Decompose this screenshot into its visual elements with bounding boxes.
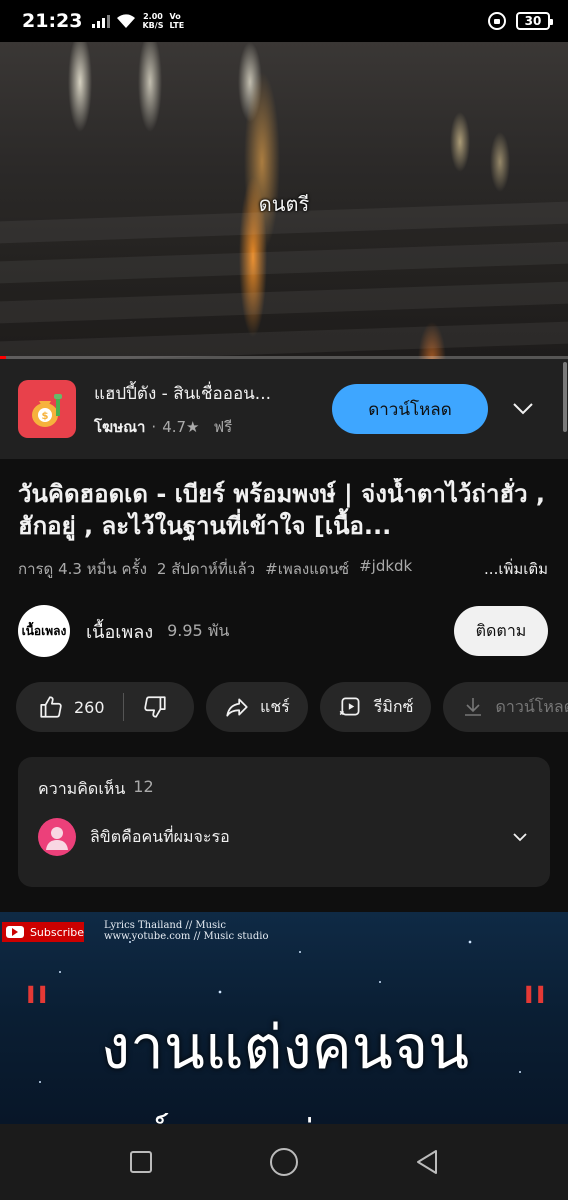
scrollbar[interactable] (563, 362, 567, 432)
top-comment-text: ลิขิตคือคนที่ผมจะรอ (90, 826, 230, 846)
share-button[interactable]: แชร์ (206, 682, 308, 732)
signal-icon (92, 14, 111, 28)
comments-count: 12 (133, 777, 154, 796)
upload-age: 2 สัปดาห์ที่แล้ว (156, 560, 256, 578)
ad-info[interactable]: แฮปปี้ตัง - สินเชื่อออน... โฆษณา · 4.7★ … (94, 380, 314, 439)
close-quote: " (520, 974, 550, 1048)
video-caption: ดนตรี (258, 192, 310, 216)
share-arrow-icon (226, 698, 248, 717)
channel-row[interactable]: เนื้อเพลง เนื้อเพลง 9.95 พัน ติดตาม (18, 604, 548, 658)
system-nav-bar (0, 1124, 568, 1200)
battery-level: 30 (524, 14, 542, 28)
download-label: ดาวน์โหลด (495, 696, 568, 716)
remix-icon (339, 697, 360, 716)
home-button[interactable] (264, 1142, 304, 1182)
circle-icon (269, 1148, 298, 1176)
battery-icon: 30 (516, 12, 553, 30)
network-speed-value: 2.00 (143, 12, 163, 21)
ad-price: ฟรี (213, 417, 233, 436)
volte-vo: Vo (169, 12, 181, 21)
comments-panel[interactable]: ความคิดเห็น 12 ลิขิตคือคนที่ผมจะรอ (18, 757, 550, 887)
thumbnail-channel-note: Lyrics Thailand // Music www.yotube.com … (104, 920, 269, 942)
video-meta[interactable]: การดู 4.3 หมื่น ครั้ง 2 สัปดาห์ที่แล้ว #… (18, 557, 548, 581)
subscribe-button[interactable]: ติดตาม (454, 606, 548, 656)
like-dislike-pill: 260 (16, 682, 194, 732)
thumbnail-subtitle: หนต์แดนแเด่งนจน (90, 1102, 412, 1124)
like-count[interactable]: 260 (74, 698, 105, 717)
share-label: แชร์ (260, 696, 290, 716)
ad-download-button[interactable]: ดาวน์โหลด (332, 384, 488, 434)
hashtag[interactable]: #jdkdk (359, 557, 412, 581)
download-icon (465, 698, 482, 716)
status-bar: 21:23 2.00 KB/S Vo LTE 30 (0, 0, 568, 42)
like-divider (122, 693, 124, 721)
youtube-logo-icon (6, 926, 24, 938)
thumbnail-note-line2: www.yotube.com // Music studio (104, 931, 269, 942)
ad-sponsored-label: โฆษณา (94, 417, 146, 436)
video-player[interactable]: ดนตรี (0, 42, 568, 359)
video-title[interactable]: วันคิดฮอดเด - เบียร์ พร้อมพงษ์ | จ่งน้ำต… (18, 478, 550, 542)
ad-expand-chevron-icon[interactable] (512, 398, 534, 420)
subscribe-badge-label: Subscribe (29, 925, 84, 939)
thumbs-up-icon[interactable] (38, 694, 64, 720)
next-video-thumbnail[interactable]: Subscribe Lyrics Thailand // Music www.y… (0, 912, 568, 1124)
status-right: 30 (488, 12, 553, 30)
download-button[interactable]: ดาวน์โหลด (443, 682, 568, 732)
thumbs-down-icon[interactable] (142, 694, 168, 720)
back-button[interactable] (407, 1142, 447, 1182)
remix-button[interactable]: รีมิกซ์ (319, 682, 432, 732)
back-triangle-icon (416, 1150, 437, 1174)
ad-separator: · (151, 417, 157, 436)
svg-text:$: $ (42, 411, 49, 422)
hashtag[interactable]: #เพลงแดนซ์ (265, 557, 349, 581)
ad-rating: 4.7★ (162, 417, 200, 436)
ad-app-logo[interactable]: $ (18, 380, 76, 438)
volte-lte: LTE (169, 21, 185, 30)
square-icon (130, 1151, 153, 1173)
recents-button[interactable] (121, 1142, 161, 1182)
network-speed: 2.00 KB/S (142, 12, 163, 30)
subscribe-badge: Subscribe (2, 922, 84, 942)
money-bag-icon: $ (32, 394, 62, 427)
wifi-icon (117, 14, 136, 28)
person-icon (46, 827, 68, 850)
open-quote: " (22, 974, 52, 1048)
network-speed-unit: KB/S (142, 21, 164, 30)
action-bar: 260 แชร์ รีมิกซ์ ดาวน์โหลด (16, 682, 568, 732)
status-time: 21:23 (22, 10, 83, 32)
thumbnail-title: งานแต่งคนจน (100, 1013, 470, 1083)
more-button[interactable]: ...เพิ่มเติม (484, 557, 548, 581)
top-comment[interactable]: ลิขิตคือคนที่ผมจะรอ (38, 818, 530, 856)
view-count: การดู 4.3 หมื่น ครั้ง (18, 560, 147, 578)
commenter-avatar (38, 818, 76, 856)
channel-avatar[interactable]: เนื้อเพลง (18, 605, 70, 657)
ad-meta: โฆษณา · 4.7★ ฟรี (94, 415, 314, 439)
remix-label: รีมิกซ์ (373, 696, 414, 716)
rotation-lock-icon (488, 12, 506, 30)
volte-indicator: Vo LTE (169, 12, 184, 30)
chevron-down-icon[interactable] (510, 827, 530, 847)
comments-title: ความคิดเห็น (38, 779, 126, 798)
ad-banner[interactable]: $ แฮปปี้ตัง - สินเชื่อออน... โฆษณา · 4.7… (0, 359, 568, 459)
comments-header: ความคิดเห็น 12 (38, 777, 530, 802)
subscriber-count: 9.95 พัน (167, 620, 230, 640)
ad-title[interactable]: แฮปปี้ตัง - สินเชื่อออน... (94, 380, 314, 407)
thumbnail-note-line1: Lyrics Thailand // Music (104, 920, 226, 931)
channel-name[interactable]: เนื้อเพลง (86, 617, 153, 646)
status-icons: 2.00 KB/S Vo LTE (92, 12, 184, 30)
